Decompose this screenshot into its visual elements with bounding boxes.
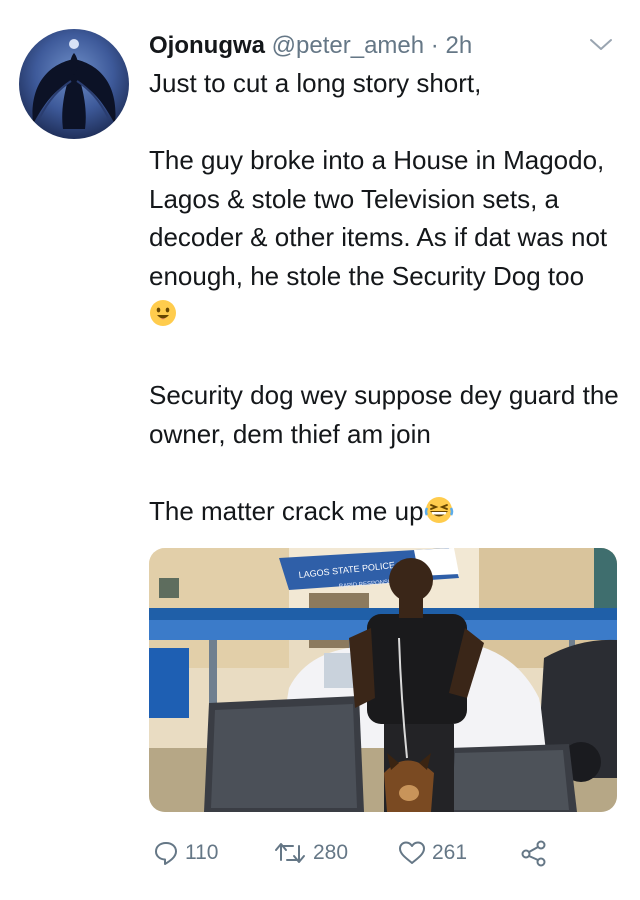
separator-dot: · xyxy=(430,32,439,59)
reply-count: 110 xyxy=(185,841,219,864)
like-action[interactable]: 261 xyxy=(398,836,467,870)
tweet-text: Just to cut a long story short, The guy … xyxy=(149,64,619,534)
tweet-actions: 110 280 261 xyxy=(149,836,619,870)
retweet-icon xyxy=(275,843,305,863)
share-action[interactable] xyxy=(519,836,549,870)
display-name[interactable]: Ojonugwa xyxy=(149,32,265,59)
share-icon xyxy=(521,840,546,867)
tweet-paragraph-1: Just to cut a long story short, xyxy=(149,68,482,98)
tweet-paragraph-4-text: The matter crack me up xyxy=(149,495,424,526)
like-count: 261 xyxy=(432,841,468,864)
grinning-squinting-face-emoji xyxy=(424,496,454,535)
smiling-face-emoji xyxy=(149,299,177,338)
tweet-photo[interactable]: LAGOS STATE POLICE COMMAND RAPID RESPONS… xyxy=(149,548,617,812)
heart-icon xyxy=(399,841,425,864)
retweet-action[interactable]: 280 xyxy=(273,836,348,870)
user-handle[interactable]: @peter_ameh xyxy=(272,32,424,59)
retweet-count: 280 xyxy=(313,841,349,864)
chevron-down-icon[interactable] xyxy=(588,36,614,54)
reply-action[interactable]: 110 xyxy=(153,836,218,870)
tweet-paragraph-4: The matter crack me up xyxy=(149,492,619,535)
tweet-header: Ojonugwa @peter_ameh · 2h xyxy=(149,30,472,62)
avatar[interactable] xyxy=(19,29,129,139)
tweet-paragraph-3: Security dog wey suppose dey guard the o… xyxy=(149,380,619,449)
reply-icon xyxy=(155,842,177,865)
tweet-paragraph-2: The guy broke into a House in Magodo, La… xyxy=(149,141,619,338)
tweet-time[interactable]: 2h xyxy=(445,32,472,59)
tweet-paragraph-2-text: The guy broke into a House in Magodo, La… xyxy=(149,145,608,291)
